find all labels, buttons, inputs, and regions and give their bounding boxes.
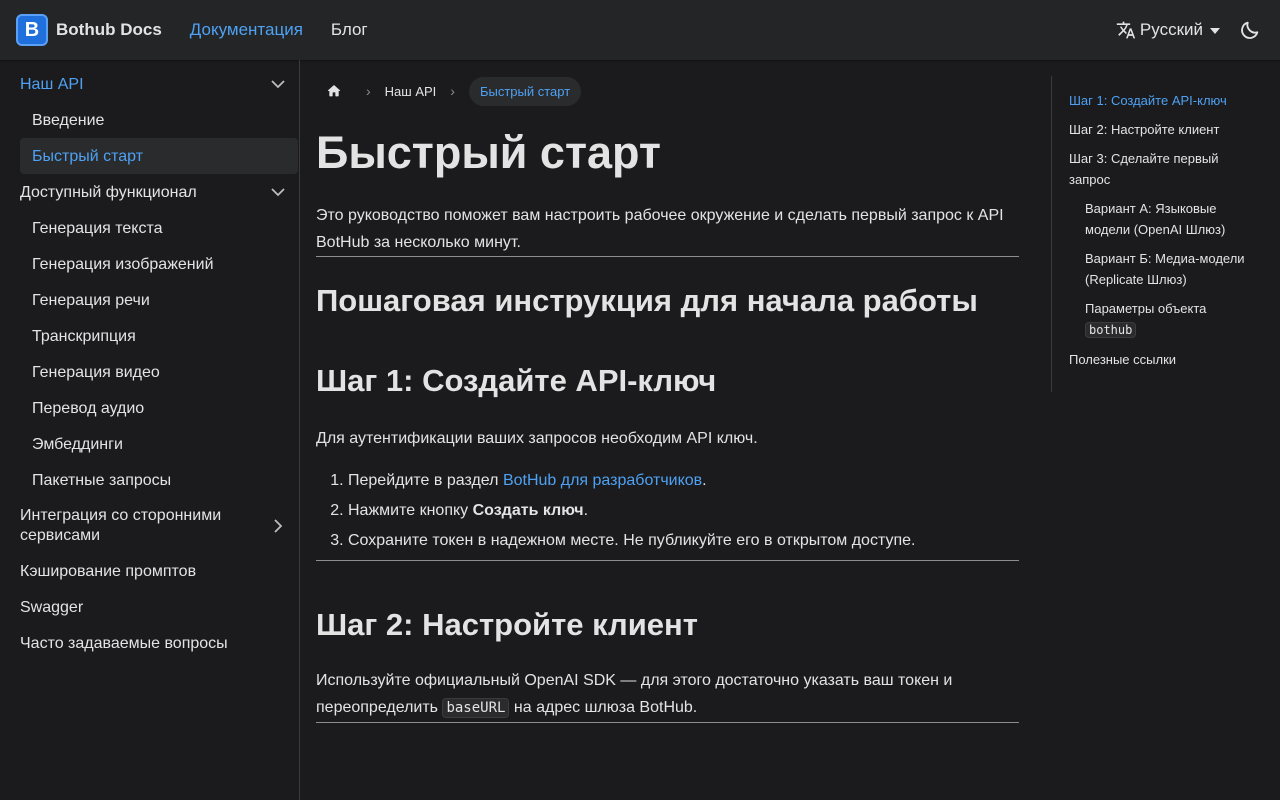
- toc-link-text: Параметры объекта: [1085, 301, 1207, 316]
- step2-text: на адрес шлюза BotHub.: [509, 699, 698, 716]
- step1-paragraph: Для аутентификации ваших запросов необхо…: [316, 430, 758, 447]
- sidebar-item-label: Swagger: [20, 599, 84, 616]
- sidebar-item-label: Генерация изображений: [32, 256, 214, 273]
- breadcrumb-home-link[interactable]: [316, 76, 352, 106]
- sidebar-item-video-generation[interactable]: Генерация видео: [20, 354, 298, 390]
- sidebar-category-integrations[interactable]: Интеграция со сторонними сервисами: [20, 498, 298, 553]
- main-content: › Наш API › Быстрый старт Быстрый старт …: [316, 60, 1019, 800]
- sidebar-item-label: Генерация видео: [32, 364, 160, 381]
- list-item: Нажмите кнопку Создать ключ.: [348, 500, 1019, 522]
- table-of-contents: Шаг 1: Создайте API-ключ Шаг 2: Настройт…: [1051, 76, 1251, 392]
- sidebar-item-swagger[interactable]: Swagger: [20, 589, 298, 625]
- sidebar-item-audio-translation[interactable]: Перевод аудио: [20, 390, 298, 426]
- step2-paragraph: Используйте официальный OpenAI SDK — для…: [316, 667, 1019, 722]
- sidebar-item-label: Быстрый старт: [32, 148, 144, 165]
- page-title: Быстрый старт: [316, 127, 661, 178]
- sidebar: Наш API Введение Быстрый старт Доступный…: [0, 60, 300, 800]
- toc-link-step2[interactable]: Шаг 2: Настройте клиент: [1069, 119, 1239, 140]
- sidebar-item-faq[interactable]: Часто задаваемые вопросы: [20, 625, 298, 661]
- toc-link-useful-links[interactable]: Полезные ссылки: [1069, 349, 1239, 370]
- divider: [316, 256, 1019, 257]
- list-item: Перейдите в раздел BotHub для разработчи…: [348, 470, 1019, 492]
- sidebar-item-label: Пакетные запросы: [32, 472, 172, 489]
- sidebar-item-batch-requests[interactable]: Пакетные запросы: [20, 462, 298, 498]
- chevron-down-icon[interactable]: [270, 76, 286, 92]
- divider: [316, 722, 1019, 723]
- moon-icon: [1241, 21, 1259, 39]
- step1-heading: Шаг 1: Создайте API-ключ: [316, 363, 717, 398]
- sidebar-item-transcription[interactable]: Транскрипция: [20, 318, 298, 354]
- sidebar-item-label: Наш API: [20, 76, 84, 93]
- section-heading: Пошаговая инструкция для начала работы: [316, 283, 978, 318]
- developers-link[interactable]: BotHub для разработчиков: [503, 472, 702, 489]
- sidebar-item-quickstart[interactable]: Быстрый старт: [20, 138, 298, 174]
- sidebar-item-label: Транскрипция: [32, 328, 136, 345]
- language-label: Русский: [1139, 20, 1203, 39]
- sidebar-item-label: Доступный функционал: [20, 184, 197, 201]
- sidebar-category-features[interactable]: Доступный функционал: [20, 174, 298, 210]
- step2-heading: Шаг 2: Настройте клиент: [316, 607, 698, 642]
- sidebar-item-label: Перевод аудио: [32, 400, 145, 417]
- sidebar-item-label: Генерация текста: [32, 220, 163, 237]
- toc-link-variant-b[interactable]: Вариант Б: Медиа-модели (Replicate Шлюз): [1085, 248, 1255, 290]
- list-item-text: .: [583, 502, 589, 519]
- sidebar-item-label: Эмбеддинги: [32, 436, 123, 453]
- list-item-text: Перейдите в раздел: [348, 472, 503, 489]
- translate-icon: [1116, 21, 1136, 39]
- toc-link-step1[interactable]: Шаг 1: Создайте API-ключ: [1069, 90, 1239, 111]
- create-key-label: Создать ключ: [472, 502, 584, 519]
- sidebar-item-prompt-caching[interactable]: Кэширование промптов: [20, 553, 298, 589]
- inline-code: baseURL: [442, 698, 510, 718]
- divider: [316, 560, 1019, 561]
- brand-title: Bothub Docs: [56, 20, 162, 39]
- nav-link-blog[interactable]: Блог: [331, 20, 368, 40]
- list-item-text: .: [702, 472, 707, 489]
- breadcrumb-separator: ›: [450, 83, 455, 99]
- list-item: Сохраните токен в надежном месте. Не пуб…: [348, 530, 1019, 552]
- sidebar-item-embeddings[interactable]: Эмбеддинги: [20, 426, 298, 462]
- breadcrumb-item-our-api[interactable]: Наш API: [385, 84, 437, 99]
- sidebar-item-intro[interactable]: Введение: [20, 102, 298, 138]
- breadcrumb-separator: ›: [366, 83, 371, 99]
- theme-toggle-button[interactable]: [1238, 18, 1262, 42]
- bothub-logo: B: [16, 14, 48, 46]
- breadcrumb: › Наш API › Быстрый старт: [316, 76, 1019, 106]
- toc-link-step3[interactable]: Шаг 3: Сделайте первый запрос: [1069, 148, 1239, 190]
- toc-link-bothub-params[interactable]: Параметры объекта bothub: [1085, 298, 1255, 341]
- chevron-right-icon[interactable]: [270, 518, 286, 534]
- sidebar-item-label: Кэширование промптов: [20, 563, 197, 580]
- sidebar-item-label: Интеграция со сторонними сервисами: [20, 507, 222, 544]
- sidebar-item-label: Генерация речи: [32, 292, 150, 309]
- navbar-right: Русский: [1116, 0, 1262, 60]
- chevron-down-icon[interactable]: [270, 184, 286, 200]
- sidebar-item-label: Часто задаваемые вопросы: [20, 635, 228, 652]
- step1-list: Перейдите в раздел BotHub для разработчи…: [316, 470, 1019, 552]
- intro-paragraph: Это руководство поможет вам настроить ра…: [316, 207, 1004, 251]
- brand-link[interactable]: B Bothub Docs: [16, 14, 162, 46]
- language-dropdown[interactable]: Русский: [1116, 20, 1220, 40]
- sidebar-item-speech-generation[interactable]: Генерация речи: [20, 282, 298, 318]
- nav-link-docs[interactable]: Документация: [190, 20, 303, 40]
- sidebar-item-image-generation[interactable]: Генерация изображений: [20, 246, 298, 282]
- chevron-down-icon: [1210, 28, 1220, 34]
- breadcrumb-item-current: Быстрый старт: [468, 76, 582, 106]
- home-icon: [327, 85, 341, 97]
- sidebar-category-our-api[interactable]: Наш API: [20, 66, 298, 102]
- navbar: B Bothub Docs Документация Блог Русский: [0, 0, 1280, 60]
- sidebar-item-text-generation[interactable]: Генерация текста: [20, 210, 298, 246]
- sidebar-item-label: Введение: [32, 112, 105, 129]
- list-item-text: Нажмите кнопку: [348, 502, 473, 519]
- sidebar-menu: Наш API Введение Быстрый старт Доступный…: [0, 66, 299, 661]
- toc-link-variant-a[interactable]: Вариант А: Языковые модели (OpenAI Шлюз): [1085, 198, 1255, 240]
- inline-code: bothub: [1085, 322, 1137, 338]
